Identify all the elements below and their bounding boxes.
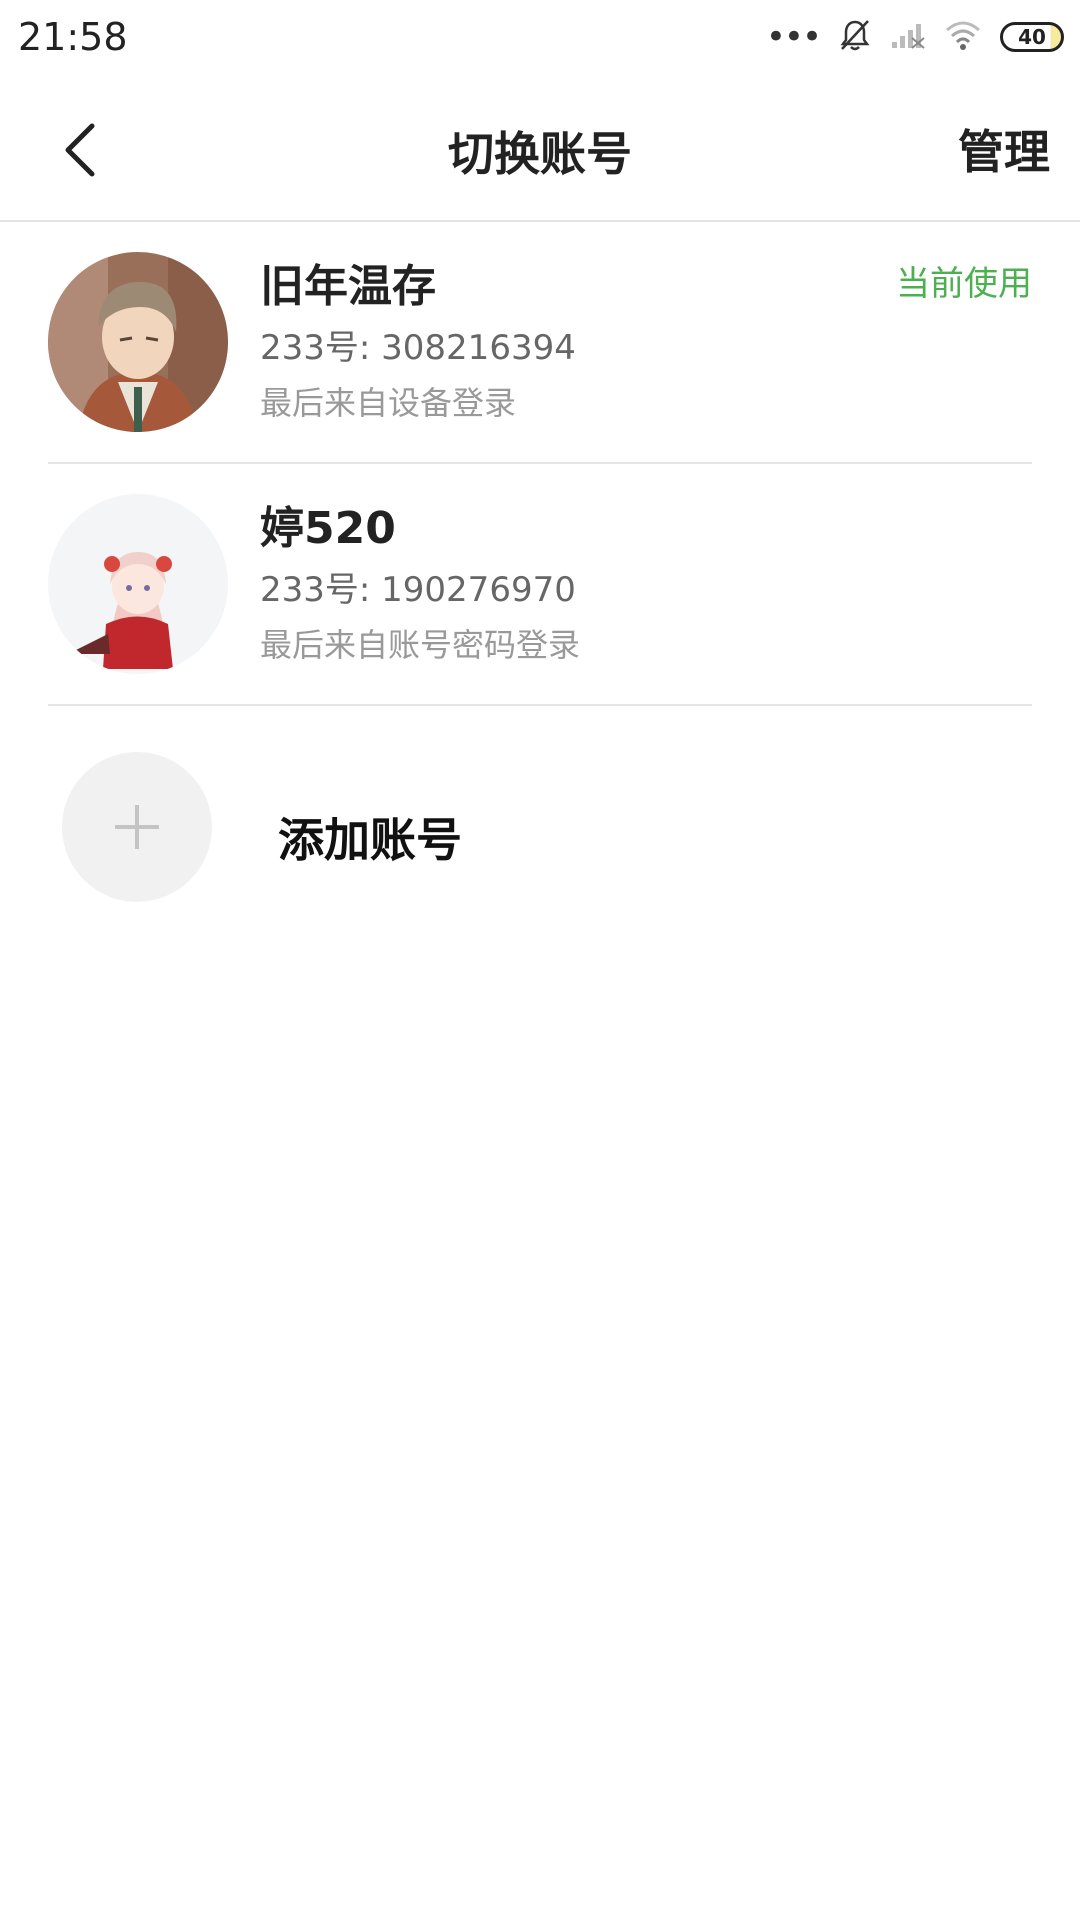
status-icons: ••• 40 (766, 18, 1064, 56)
account-login-source: 最后来自账号密码登录 (260, 626, 581, 664)
avatar (48, 252, 228, 432)
plus-icon (115, 805, 159, 849)
battery-icon: 40 (1000, 22, 1064, 52)
avatar (48, 494, 228, 674)
add-account-label: 添加账号 (278, 813, 462, 867)
add-account-circle (62, 752, 212, 902)
more-notifications-icon: ••• (765, 17, 822, 57)
account-name: 婷520 (260, 503, 396, 554)
manage-button[interactable]: 管理 (958, 116, 1050, 182)
page-title: 切换账号 (448, 127, 632, 181)
status-bar: 21:58 ••• 40 (0, 0, 1080, 74)
wifi-icon (944, 19, 982, 55)
account-item[interactable]: 旧年温存 当前使用 233号: 308216394 最后来自设备登录 (48, 222, 1032, 464)
account-item[interactable]: 婷520 233号: 190276970 最后来自账号密码登录 (48, 464, 1032, 706)
account-id: 233号: 190276970 (260, 570, 576, 610)
bell-muted-icon (838, 18, 872, 56)
account-name: 旧年温存 (260, 261, 436, 312)
account-id: 233号: 308216394 (260, 328, 576, 368)
cellular-signal-icon (890, 20, 926, 54)
account-login-source: 最后来自设备登录 (260, 384, 517, 422)
current-account-badge: 当前使用 (896, 264, 1032, 304)
top-navigation-bar: 切换账号 管理 (0, 74, 1080, 222)
battery-level: 40 (1018, 25, 1046, 49)
status-time: 21:58 (18, 15, 128, 59)
add-account-button[interactable]: 添加账号 (62, 752, 1022, 904)
